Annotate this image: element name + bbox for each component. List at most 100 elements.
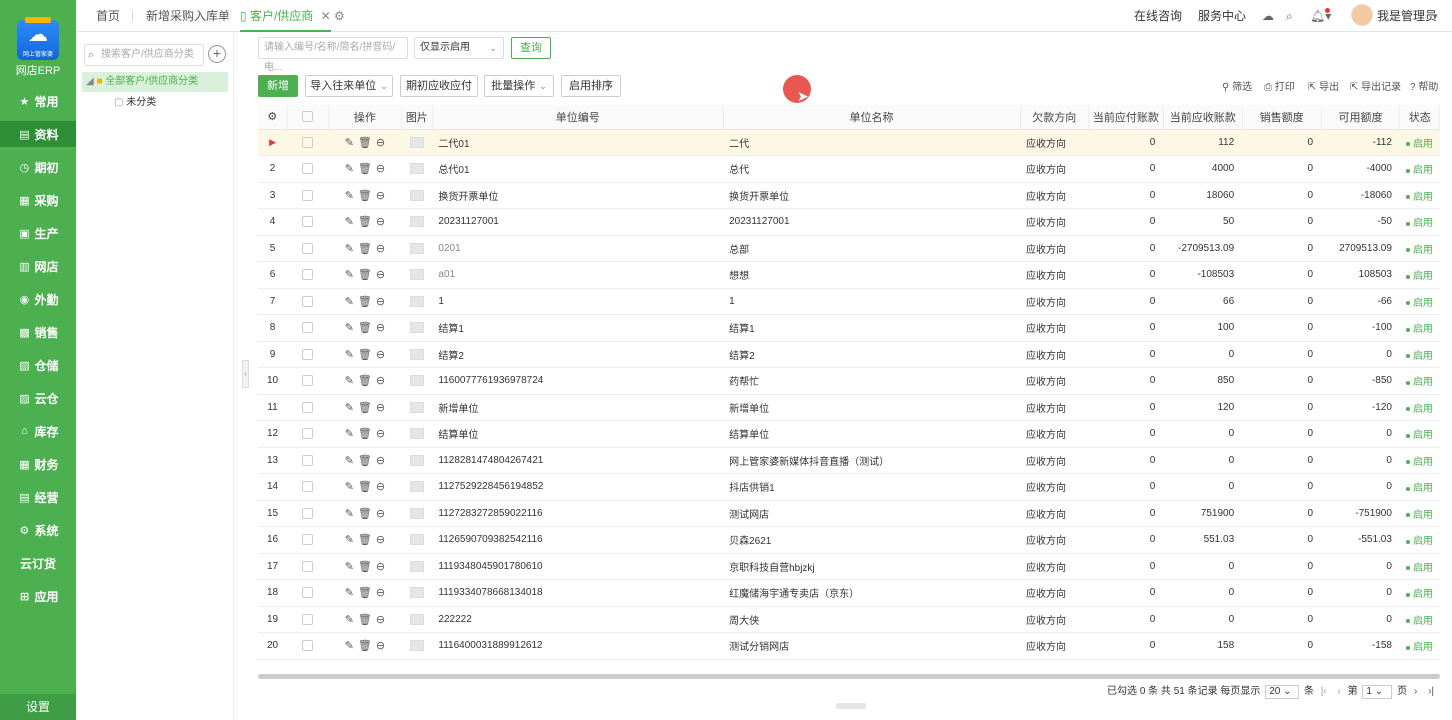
- panel-collapse-handle[interactable]: ‹: [242, 360, 249, 388]
- query-button[interactable]: 查询: [511, 37, 551, 59]
- row-checkbox[interactable]: [287, 394, 329, 421]
- import-partners-button[interactable]: 导入往来单位 ⌄: [305, 75, 393, 97]
- delete-icon[interactable]: 🗑︎: [358, 296, 372, 308]
- sidebar-item-1[interactable]: ▤ 资料: [0, 121, 76, 147]
- table-row[interactable]: 8 ✎ 🗑︎ ⊖ 结算1 结算1 应收方向 0 100 0 -100 启用: [258, 314, 1440, 342]
- edit-icon[interactable]: ✎: [345, 455, 354, 467]
- row-checkbox[interactable]: [287, 235, 329, 262]
- table-row[interactable]: 17 ✎ 🗑︎ ⊖ 1119348045901780610 京职科技自营hbjzkj 应收方…: [258, 553, 1440, 580]
- category-search-input[interactable]: ⌕ 搜索客户/供应商分类: [84, 44, 204, 66]
- header-payable[interactable]: 当前应付账款: [1088, 105, 1164, 130]
- table-row[interactable]: 4 ✎ 🗑︎ ⊖ 20231127001 20231127001 应收方向 0 50 0 -50 启用: [258, 208, 1440, 236]
- disable-icon[interactable]: ⊖: [376, 508, 385, 520]
- row-checkbox[interactable]: [287, 288, 329, 315]
- sidebar-item-13[interactable]: ⚙ 系统: [0, 517, 76, 543]
- delete-icon[interactable]: 🗑︎: [358, 190, 372, 202]
- bell-icon[interactable]: 🔔︎▾: [1310, 0, 1331, 32]
- table-row[interactable]: 7 ✎ 🗑︎ ⊖ 1 1 应收方向 0 66 0 -66 启用: [258, 288, 1440, 315]
- help-tool[interactable]: ? 帮助: [1410, 78, 1438, 93]
- table-row[interactable]: 13 ✎ 🗑︎ ⊖ 1128281474804267421 网上管家婆新媒体抖音直播（测试…: [258, 447, 1440, 474]
- tree-node-all[interactable]: ◢ ■ 全部客户/供应商分类: [82, 72, 228, 92]
- table-row[interactable]: 18 ✎ 🗑︎ ⊖ 1119334078668134018 红魔储海宇通专卖店（京东） 应收…: [258, 579, 1440, 607]
- row-checkbox[interactable]: [287, 261, 329, 289]
- disable-icon[interactable]: ⊖: [376, 561, 385, 573]
- row-checkbox[interactable]: [287, 447, 329, 474]
- delete-icon[interactable]: 🗑︎: [358, 561, 372, 573]
- export-log-tool[interactable]: ⇱ 导出记录: [1350, 78, 1401, 93]
- table-row[interactable]: 5 ✎ 🗑︎ ⊖ 0201 总部 应收方向 0 -2709513.09 0 2709513.09 启用: [258, 235, 1440, 262]
- row-checkbox[interactable]: [287, 500, 329, 527]
- bottom-resize-handle[interactable]: [836, 703, 866, 709]
- new-button[interactable]: 新增: [258, 75, 298, 97]
- sidebar-item-15[interactable]: ⊞ 应用: [0, 583, 76, 609]
- edit-icon[interactable]: ✎: [345, 614, 354, 626]
- sidebar-item-0[interactable]: ★ 常用: [0, 88, 76, 114]
- tab-home[interactable]: 首页: [96, 0, 120, 32]
- edit-icon[interactable]: ✎: [345, 216, 354, 228]
- tab-customer-supplier[interactable]: ▯ 客户/供应商 ✕: [240, 0, 331, 32]
- delete-icon[interactable]: 🗑︎: [358, 481, 372, 493]
- disable-icon[interactable]: ⊖: [376, 349, 385, 361]
- edit-icon[interactable]: ✎: [345, 269, 354, 281]
- sidebar-item-11[interactable]: ▦ 财务: [0, 451, 76, 477]
- disable-icon[interactable]: ⊖: [376, 534, 385, 546]
- sidebar-item-10[interactable]: ⌂ 库存: [0, 418, 76, 444]
- delete-icon[interactable]: 🗑︎: [358, 534, 372, 546]
- row-checkbox[interactable]: [287, 367, 329, 395]
- delete-icon[interactable]: 🗑︎: [358, 269, 372, 281]
- next-page-icon[interactable]: ›: [1414, 686, 1417, 697]
- avatar[interactable]: [1351, 4, 1373, 26]
- sidebar-item-12[interactable]: ▤ 经营: [0, 484, 76, 510]
- edit-icon[interactable]: ✎: [345, 587, 354, 599]
- print-tool[interactable]: ⎙ 打印: [1264, 78, 1295, 93]
- disable-icon[interactable]: ⊖: [376, 243, 385, 255]
- table-row[interactable]: 14 ✎ 🗑︎ ⊖ 1127529228456194852 抖店供销1 应收方向 0 0 0 0 启用: [258, 473, 1440, 501]
- row-checkbox[interactable]: [287, 314, 329, 342]
- close-icon[interactable]: ✕: [321, 9, 331, 23]
- header-available-limit[interactable]: 可用额度: [1321, 105, 1401, 130]
- edit-icon[interactable]: ✎: [345, 137, 354, 149]
- header-status[interactable]: 状态: [1399, 105, 1440, 130]
- disable-icon[interactable]: ⊖: [376, 137, 385, 149]
- search-icon[interactable]: ⌕: [1286, 0, 1293, 32]
- tab-settings-gear-icon[interactable]: ⚙: [334, 0, 345, 32]
- row-checkbox[interactable]: [287, 208, 329, 236]
- header-direction[interactable]: 欠款方向: [1020, 105, 1090, 130]
- delete-icon[interactable]: 🗑︎: [358, 243, 372, 255]
- table-row[interactable]: 15 ✎ 🗑︎ ⊖ 1127283272859022116 测试网店 应收方向 0 751900…: [258, 500, 1440, 527]
- triangle-down-icon[interactable]: ◢: [86, 76, 94, 87]
- table-row[interactable]: 3 ✎ 🗑︎ ⊖ 换货开票单位 换货开票单位 应收方向 0 18060 0 -18060 启用: [258, 182, 1440, 209]
- row-checkbox[interactable]: [287, 129, 329, 156]
- table-row[interactable]: 10 ✎ 🗑︎ ⊖ 1160077761936978724 药帮忙 应收方向 0 850 0 -85…: [258, 367, 1440, 395]
- disable-icon[interactable]: ⊖: [376, 614, 385, 626]
- disable-icon[interactable]: ⊖: [376, 640, 385, 652]
- edit-icon[interactable]: ✎: [345, 322, 354, 334]
- table-row[interactable]: 11 ✎ 🗑︎ ⊖ 新增单位 新增单位 应收方向 0 120 0 -120 启用: [258, 394, 1440, 421]
- delete-icon[interactable]: 🗑︎: [358, 614, 372, 626]
- table-row[interactable]: 20 ✎ 🗑︎ ⊖ 1116400031889912612 测试分销网店 应收方向 0 158 0…: [258, 632, 1440, 660]
- row-checkbox[interactable]: [287, 341, 329, 368]
- disable-icon[interactable]: ⊖: [376, 587, 385, 599]
- enable-sort-button[interactable]: 启用排序: [561, 75, 621, 97]
- sidebar-item-7[interactable]: ▩ 销售: [0, 319, 76, 345]
- delete-icon[interactable]: 🗑︎: [358, 402, 372, 414]
- online-consult-link[interactable]: 在线咨询: [1134, 0, 1182, 32]
- sidebar-item-6[interactable]: ◉ 外勤: [0, 286, 76, 312]
- row-checkbox[interactable]: [287, 553, 329, 580]
- row-checkbox[interactable]: [287, 632, 329, 660]
- prev-page-icon[interactable]: ‹: [1337, 686, 1340, 697]
- sidebar-item-4[interactable]: ▣ 生产: [0, 220, 76, 246]
- first-page-icon[interactable]: |‹: [1321, 686, 1327, 697]
- table-row[interactable]: 2 ✎ 🗑︎ ⊖ 总代01 总代 应收方向 0 4000 0 -4000 启用: [258, 155, 1440, 183]
- delete-icon[interactable]: 🗑︎: [358, 322, 372, 334]
- disable-icon[interactable]: ⊖: [376, 428, 385, 440]
- delete-icon[interactable]: 🗑︎: [358, 375, 372, 387]
- initial-balance-button[interactable]: 期初应收应付: [400, 75, 478, 97]
- disable-icon[interactable]: ⊖: [376, 455, 385, 467]
- edit-icon[interactable]: ✎: [345, 163, 354, 175]
- filter-tool[interactable]: ⚲ 筛选: [1222, 78, 1252, 93]
- row-checkbox[interactable]: [287, 420, 329, 448]
- user-name[interactable]: 我是管理员: [1377, 0, 1437, 32]
- disable-icon[interactable]: ⊖: [376, 296, 385, 308]
- keyword-search-input[interactable]: 请输入编号/名称/简名/拼音码/电...: [258, 37, 408, 73]
